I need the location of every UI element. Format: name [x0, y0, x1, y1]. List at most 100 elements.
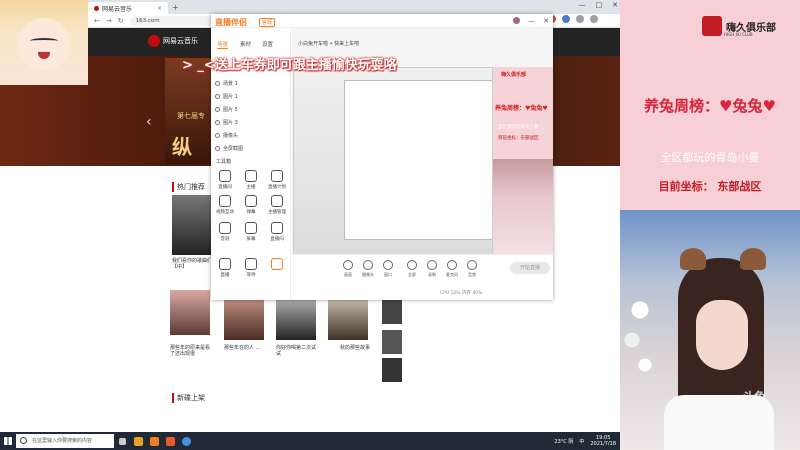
- eye-icon[interactable]: [215, 107, 220, 112]
- banner-title: 纵: [172, 135, 192, 159]
- marquee-text: > _<送上车券即可跟主播愉快玩耍咯: [182, 58, 397, 73]
- playlist-caption[interactable]: 我们看你的歌曲们【中】: [172, 258, 212, 270]
- tab-settings[interactable]: 设置: [262, 40, 273, 48]
- tool-button[interactable]: 直播: [215, 258, 235, 278]
- clock[interactable]: 19:05 2021/7/18: [590, 435, 616, 447]
- eye-icon[interactable]: [215, 146, 220, 151]
- new-albums-title[interactable]: 新碟上架: [172, 393, 205, 403]
- add-window-button[interactable]: 窗口: [380, 260, 396, 278]
- chrome-icon[interactable]: [178, 432, 194, 450]
- close-button[interactable]: ✕: [612, 1, 618, 9]
- stream-preview[interactable]: [293, 67, 493, 257]
- weather[interactable]: 23°C 阴: [554, 438, 573, 445]
- new-tab-icon[interactable]: +: [172, 3, 179, 12]
- close-button[interactable]: ✕: [543, 17, 549, 25]
- banner-subtitle: 第七届专: [177, 112, 205, 120]
- windows-icon: [4, 437, 12, 445]
- add-camera-button[interactable]: 摄像头: [360, 260, 376, 278]
- eye-icon[interactable]: [215, 94, 220, 99]
- record-button[interactable]: 录制: [424, 260, 440, 278]
- playlist-cover[interactable]: [170, 290, 210, 335]
- coordinate-text: 目前坐标： 东部战区: [658, 180, 762, 193]
- club-shield-icon: [702, 16, 722, 36]
- netease-logo[interactable]: 网易云音乐: [148, 35, 198, 47]
- scene-item[interactable]: 摄像头: [215, 132, 238, 139]
- streamer-camera: 斗鱼: [620, 210, 800, 450]
- app-icon[interactable]: [146, 432, 162, 450]
- scene-item[interactable]: 图片 3: [215, 119, 238, 126]
- eye-icon[interactable]: [215, 120, 220, 125]
- tab-close-icon[interactable]: ×: [157, 5, 162, 12]
- reload-button[interactable]: ↻: [118, 17, 124, 25]
- tool-button[interactable]: 音效: [215, 222, 235, 242]
- task-view-icon[interactable]: [114, 432, 130, 450]
- scene-item[interactable]: 图片 5: [215, 106, 238, 113]
- eye-icon[interactable]: [215, 133, 220, 138]
- minimize-button[interactable]: —: [528, 17, 535, 25]
- tab-materials[interactable]: 素材: [240, 40, 251, 48]
- region-text: 全区都玩的青岛小曼: [660, 151, 760, 164]
- menu-icon[interactable]: [590, 15, 598, 23]
- start-button[interactable]: [0, 432, 16, 450]
- promo-line3: 目前坐标：东部战区: [498, 136, 539, 141]
- scene-label: 图片 3: [223, 120, 238, 126]
- tool-button[interactable]: 视频互动: [215, 195, 235, 215]
- scene-label: 图片 1: [223, 94, 238, 100]
- tool-button[interactable]: 等待: [241, 258, 261, 278]
- taskbar-search[interactable]: 在这里输入你要搜索的内容: [16, 434, 114, 448]
- extension-icon[interactable]: [562, 15, 570, 23]
- playlist-cover[interactable]: [328, 300, 368, 340]
- playlist-cover[interactable]: [276, 300, 316, 340]
- playlist-cover[interactable]: [224, 300, 264, 340]
- tool-button[interactable]: 直播间: [267, 222, 287, 242]
- taskbar: 在这里输入你要搜索的内容: [0, 432, 620, 450]
- artist-thumb[interactable]: [382, 300, 402, 324]
- promo-overlay: 嗨久俱乐部 养兔周榜：♥兔兔♥ 全区都玩的青岛小曼 目前坐标：东部战区: [493, 67, 553, 257]
- maximize-button[interactable]: □: [596, 1, 603, 9]
- microphone-button[interactable]: 麦克风: [444, 260, 460, 278]
- tab-scenes[interactable]: 场景: [217, 40, 229, 49]
- back-button[interactable]: ←: [94, 17, 100, 25]
- playlist-caption[interactable]: 那些年在的人 ...: [224, 345, 264, 351]
- start-live-button[interactable]: 开始直播: [510, 262, 550, 274]
- tool-button[interactable]: 主播管理: [267, 195, 287, 215]
- weekly-rank: 养兔周榜：♥兔兔♥: [644, 97, 776, 115]
- scene-item[interactable]: 图片 1: [215, 93, 238, 100]
- scene-item[interactable]: 场景 1: [215, 80, 238, 87]
- app-icon[interactable]: [130, 432, 146, 450]
- minimize-button[interactable]: —: [579, 1, 586, 9]
- scene-item[interactable]: 全屏截图: [215, 145, 243, 152]
- profile-avatar[interactable]: [576, 15, 584, 23]
- add-scene-button[interactable]: 画面: [340, 260, 356, 278]
- playlist-caption[interactable]: 你好你喝第二次试试: [276, 345, 316, 357]
- system-tray: 23°C 阴 中 19:05 2021/7/18: [554, 432, 616, 450]
- tool-button[interactable]: 直播间: [215, 170, 235, 190]
- playlist-caption[interactable]: 那些年的原来是看了还出现很: [170, 345, 210, 357]
- tool-button-more[interactable]: [267, 258, 287, 272]
- browser-tab[interactable]: 网易云音乐 ×: [88, 2, 168, 14]
- scene-label: 场景 1: [223, 81, 238, 87]
- promo-line2: 全区都玩的青岛小曼: [498, 125, 539, 130]
- eye-icon[interactable]: [215, 81, 220, 86]
- tool-button[interactable]: 弹幕: [241, 195, 261, 215]
- room-title[interactable]: 小白兔开车啦 • 快来上车吧: [298, 40, 359, 47]
- ime-indicator[interactable]: 中: [579, 438, 584, 445]
- avatar[interactable]: [513, 17, 521, 24]
- dy-titlebar: 直播伴侣 官版 — ✕: [211, 14, 553, 28]
- playlist-caption[interactable]: 秋的那些故事: [340, 345, 380, 351]
- dy-status: CPU 12% 内存 40%: [440, 291, 483, 296]
- banner-prev-icon[interactable]: ‹: [146, 114, 152, 130]
- artist-thumb[interactable]: [382, 330, 402, 354]
- app-icon[interactable]: [162, 432, 178, 450]
- dy-version-badge: 官版: [259, 18, 276, 27]
- tool-button[interactable]: 屏幕: [241, 222, 261, 242]
- tool-button[interactable]: 直播计划: [267, 170, 287, 190]
- artist-thumb[interactable]: [382, 358, 402, 382]
- anime-sticker: [0, 0, 88, 85]
- playlist-cover[interactable]: [172, 195, 212, 255]
- forward-button[interactable]: →: [106, 17, 112, 25]
- hot-recommend-title[interactable]: 热门推荐: [172, 182, 205, 192]
- fullscreen-button[interactable]: 全屏: [404, 260, 420, 278]
- audio-button[interactable]: 音频: [464, 260, 480, 278]
- tool-button[interactable]: 主播: [241, 170, 261, 190]
